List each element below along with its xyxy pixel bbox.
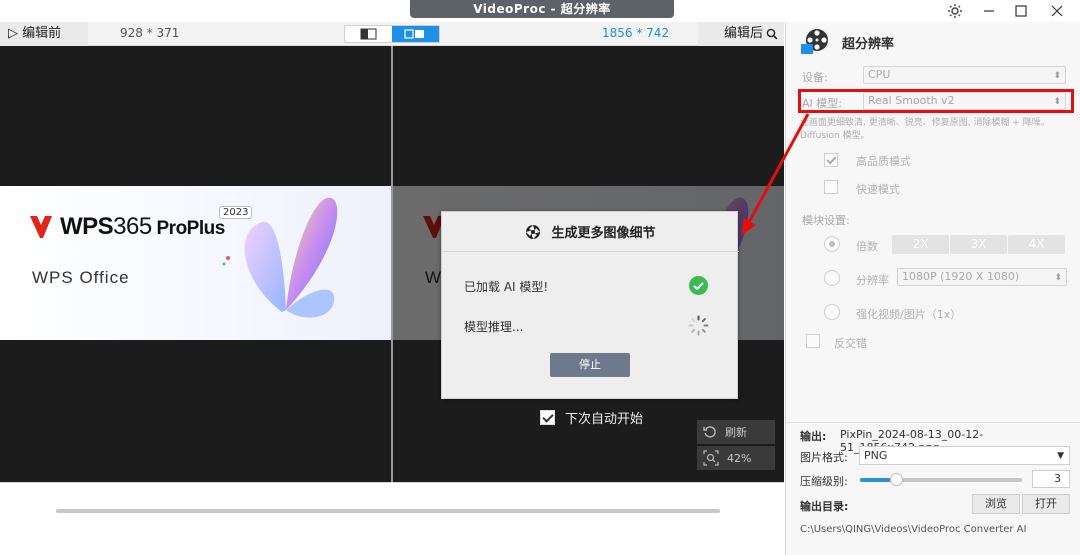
aperture-icon <box>526 224 541 239</box>
compress-value-input[interactable]: 3 <box>1032 470 1070 488</box>
before-image: WPS365 ProPlus 2023 WPS Office <box>0 186 391 340</box>
window-title: VideoProc - 超分辨率 <box>410 0 674 18</box>
maximize-icon[interactable] <box>1004 0 1038 22</box>
refresh-button[interactable]: 刷新 <box>697 420 775 444</box>
scale-2x-button[interactable]: 2X <box>892 235 949 254</box>
scale-label: 倍数 <box>856 240 878 253</box>
device-select[interactable]: CPU ⬍ <box>863 66 1066 84</box>
wps-logo-icon <box>30 216 52 238</box>
device-label: 设备: <box>802 71 828 84</box>
compress-slider-handle[interactable] <box>889 473 903 486</box>
compare-divider[interactable] <box>391 46 393 482</box>
search-icon[interactable] <box>766 28 778 40</box>
device-value: CPU <box>868 68 891 81</box>
preview-toolbar: ▷ 编辑前 928 * 371 1856 * 742 编辑后 <box>0 22 784 46</box>
close-icon[interactable] <box>1040 0 1074 22</box>
highlight-box <box>798 89 1074 113</box>
refresh-label: 刷新 <box>725 426 747 439</box>
browse-button[interactable]: 浏览 <box>972 494 1020 514</box>
after-edit-label: 编辑后 <box>724 26 764 41</box>
after-edit-tab[interactable]: 编辑后 <box>698 22 784 46</box>
side-by-side-button[interactable] <box>392 26 439 42</box>
auto-start-checkbox[interactable]: 下次自动开始 <box>540 408 643 427</box>
output-dir-label: 输出目录: <box>800 500 849 513</box>
chevron-down-icon: ▼ <box>1057 451 1064 461</box>
hq-mode-checkbox[interactable] <box>824 153 838 167</box>
wps-logo-text: WPS365 ProPlus <box>60 213 225 240</box>
butterfly-illustration <box>222 197 338 318</box>
resolution-label: 分辨率 <box>856 274 889 287</box>
settings-icon[interactable] <box>938 0 972 22</box>
zoom-button[interactable]: 42% <box>697 446 775 470</box>
zoom-level: 42% <box>727 451 752 465</box>
compare-view-toggle[interactable] <box>344 25 440 43</box>
resolution-radio[interactable] <box>824 270 840 286</box>
scale-radio[interactable] <box>824 236 840 252</box>
film-reel-icon <box>801 29 828 54</box>
before-resolution: 928 * 371 <box>120 26 180 40</box>
format-label: 图片格式: <box>800 451 848 464</box>
module-settings-label: 模块设置: <box>802 214 850 227</box>
model-description: 让画面更细致清, 更清晰、锐亮、修复原图, 消除模糊 + 降噪。Diffusio… <box>800 118 1050 141</box>
compress-label: 压缩级别: <box>800 475 848 488</box>
chevron-updown-icon: ⬍ <box>1053 71 1061 81</box>
processing-dialog: 生成更多图像细节 已加载 AI 模型! 模型推理... 停止 <box>441 211 739 399</box>
split-view-button[interactable] <box>345 26 392 42</box>
app-window: VideoProc - 超分辨率 ▷ 编辑前 928 * 371 1856 * … <box>0 0 1080 555</box>
step-model-loaded: 已加载 AI 模型! <box>464 280 549 294</box>
minimize-icon[interactable] <box>972 0 1006 22</box>
check-circle-icon <box>689 276 708 295</box>
horizontal-scrollbar[interactable] <box>56 509 720 513</box>
auto-start-label: 下次自动开始 <box>565 412 644 427</box>
chevron-updown-icon: ⬍ <box>1054 273 1062 283</box>
format-select[interactable]: PNG ▼ <box>859 446 1070 465</box>
compress-slider[interactable] <box>860 473 1022 486</box>
after-resolution: 1856 * 742 <box>602 26 670 40</box>
before-edit-tab[interactable]: ▷ 编辑前 <box>0 22 88 46</box>
step-model-inference: 模型推理... <box>464 320 524 334</box>
loading-spinner-icon <box>688 315 709 336</box>
auto-start-check[interactable] <box>540 410 555 425</box>
title-bar: VideoProc - 超分辨率 <box>0 0 1080 22</box>
scale-3x-button[interactable]: 3X <box>950 235 1007 254</box>
fast-mode-label: 快速模式 <box>856 183 900 196</box>
output-path: C:\Users\QING\Videos\VideoProc Converter… <box>800 524 1027 535</box>
zoom-fit-icon <box>703 450 719 466</box>
hq-mode-label: 高品质模式 <box>856 155 911 168</box>
wps-office-text: WPS Office <box>32 268 130 287</box>
deinterlace-label: 反交错 <box>834 337 867 350</box>
output-label: 输出: <box>800 430 827 443</box>
fast-mode-checkbox[interactable] <box>824 180 838 194</box>
dialog-title-text: 生成更多图像细节 <box>551 226 656 241</box>
enhance-label: 强化视频/图片（1x） <box>856 308 962 321</box>
panel-title-text: 超分辨率 <box>842 36 895 52</box>
settings-panel: 超分辨率 设备: CPU ⬍ AI 模型: Real Smooth v2 ⬍ 让画面… <box>785 22 1080 555</box>
deinterlace-checkbox[interactable] <box>806 334 820 348</box>
stop-button[interactable]: 停止 <box>550 353 630 377</box>
panel-title: 超分辨率 <box>800 28 894 56</box>
enhance-radio[interactable] <box>824 304 840 320</box>
resolution-value: 1080P (1920 X 1080) <box>902 270 1020 283</box>
dialog-title: 生成更多图像细节 <box>442 212 739 252</box>
format-value: PNG <box>864 449 888 462</box>
divider <box>786 422 1080 423</box>
timeline-area <box>0 482 784 555</box>
wps-office-text-partial: W <box>425 268 443 287</box>
open-button[interactable]: 打开 <box>1022 494 1070 514</box>
scale-4x-button[interactable]: 4X <box>1008 235 1065 254</box>
refresh-icon <box>703 426 716 438</box>
resolution-select[interactable]: 1080P (1920 X 1080) ⬍ <box>897 268 1067 286</box>
